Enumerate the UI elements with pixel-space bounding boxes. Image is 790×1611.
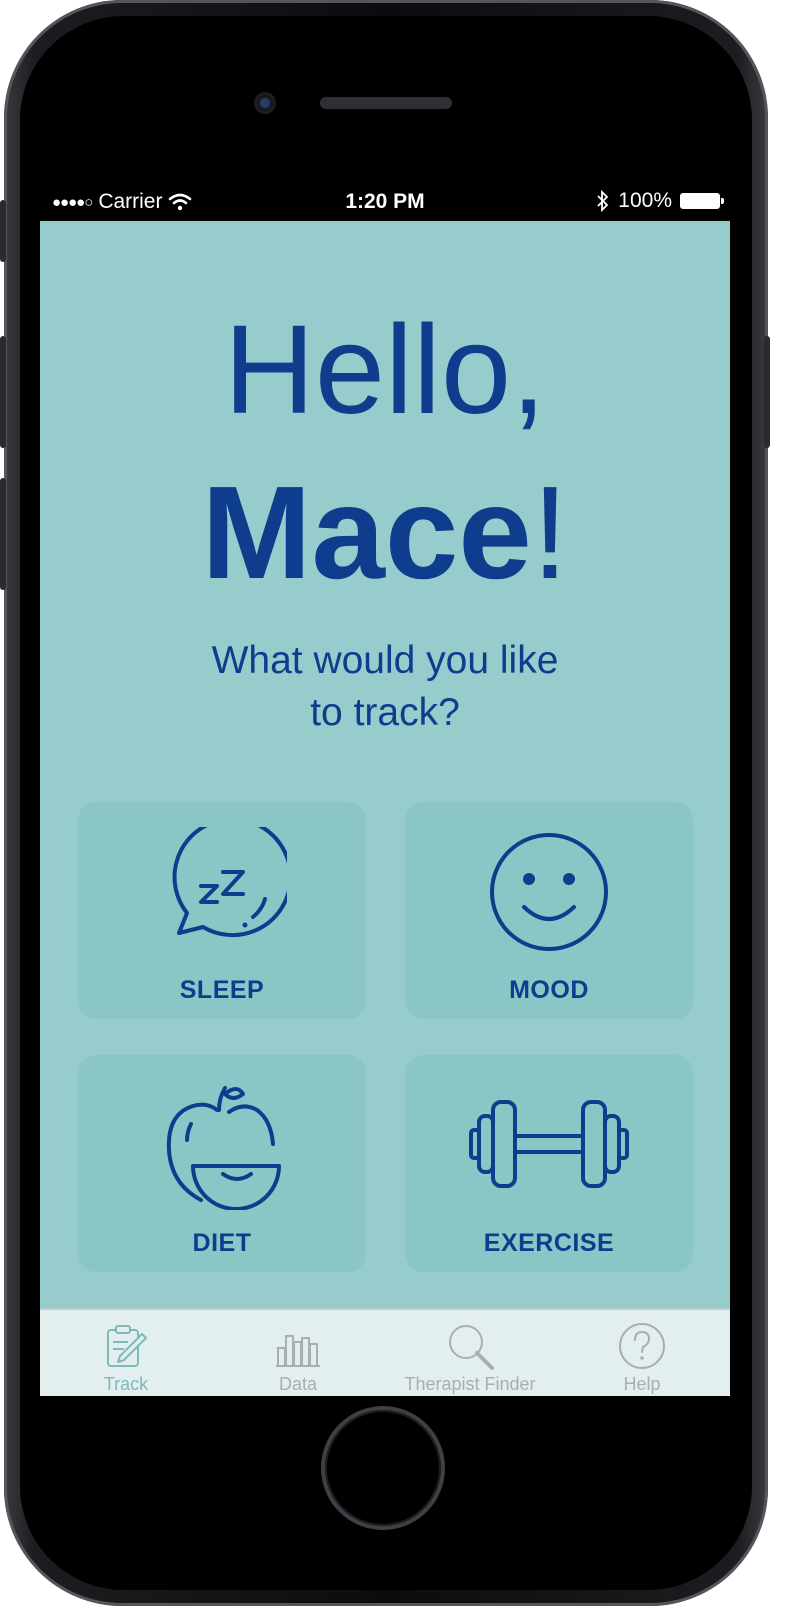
tab-therapist-finder-label: Therapist Finder bbox=[404, 1374, 536, 1394]
tab-help-label: Help bbox=[623, 1374, 661, 1394]
exercise-label: EXERCISE bbox=[483, 1229, 615, 1257]
greeting-name: Mace! bbox=[40, 467, 730, 599]
battery-icon bbox=[680, 193, 724, 209]
exercise-card[interactable]: EXERCISE bbox=[405, 1055, 693, 1272]
mood-label: MOOD bbox=[509, 976, 589, 1004]
battery-percent: 100% bbox=[618, 189, 672, 212]
status-bar: ●●●●○ Carrier 1:20 PM 100% bbox=[40, 183, 730, 221]
side-button-volume-down bbox=[0, 478, 6, 590]
tab-data-label: Data bbox=[278, 1374, 318, 1394]
diet-label: DIET bbox=[192, 1229, 252, 1257]
sleep-card[interactable]: SLEEP bbox=[78, 802, 366, 1019]
tab-track-label: Track bbox=[103, 1374, 149, 1394]
side-button-silent bbox=[0, 200, 6, 262]
track-question-line2: to track? bbox=[310, 691, 460, 734]
mood-card[interactable]: MOOD bbox=[405, 802, 693, 1019]
earpiece-speaker bbox=[320, 97, 452, 109]
tab-bar: Track Data Therapist Finder Help bbox=[40, 1308, 730, 1396]
status-right: 100% bbox=[596, 189, 724, 213]
side-button-volume-up bbox=[0, 336, 6, 448]
tab-help[interactable]: Help bbox=[556, 1310, 728, 1396]
tab-data[interactable]: Data bbox=[212, 1310, 384, 1396]
front-camera bbox=[254, 92, 276, 114]
sleep-bubble-icon bbox=[78, 827, 366, 957]
apple-icon bbox=[78, 1080, 366, 1210]
bar-chart-icon bbox=[212, 1322, 384, 1370]
bluetooth-icon bbox=[597, 190, 609, 212]
user-name: Mace bbox=[201, 459, 532, 606]
home-button[interactable] bbox=[325, 1410, 441, 1526]
search-icon bbox=[384, 1322, 556, 1370]
smiley-face-icon bbox=[405, 827, 693, 957]
greeting-exclaim: ! bbox=[531, 459, 569, 606]
notepad-pencil-icon bbox=[40, 1322, 212, 1370]
dumbbell-icon bbox=[405, 1080, 693, 1210]
side-button-power bbox=[764, 336, 770, 448]
diet-card[interactable]: DIET bbox=[78, 1055, 366, 1272]
tab-therapist-finder[interactable]: Therapist Finder bbox=[384, 1310, 556, 1396]
track-question-line1: What would you like bbox=[211, 639, 559, 682]
track-question: What would you like to track? bbox=[160, 635, 610, 739]
greeting-hello: Hello, bbox=[223, 299, 547, 440]
tab-track[interactable]: Track bbox=[40, 1310, 212, 1396]
app-screen: Hello, Mace! What would you like to trac… bbox=[40, 221, 730, 1396]
sleep-label: SLEEP bbox=[179, 976, 265, 1004]
question-circle-icon bbox=[556, 1322, 728, 1370]
